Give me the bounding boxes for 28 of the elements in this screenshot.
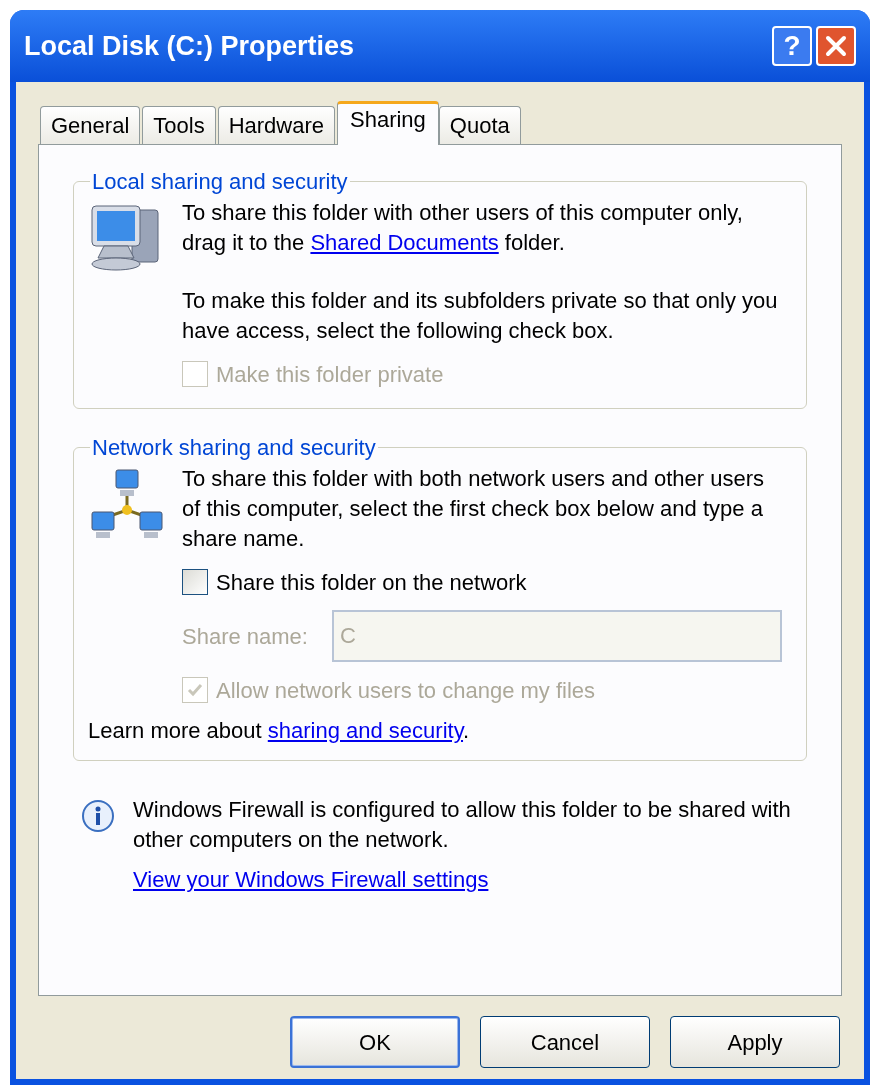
firewall-settings-link[interactable]: View your Windows Firewall settings — [133, 865, 489, 895]
dialog-button[interactable]: OK — [290, 1016, 460, 1068]
window-title: Local Disk (C:) Properties — [24, 29, 356, 63]
description-text: To share this folder with both network users and other users of this computer, select the first check box below and type a share name. — [182, 465, 766, 553]
checkbox[interactable] — [182, 569, 208, 595]
tab[interactable]: Hardware — [217, 106, 335, 144]
dialog-button[interactable]: Apply — [670, 1016, 840, 1068]
close-button[interactable] — [816, 26, 856, 66]
tab[interactable]: Quota — [438, 106, 521, 144]
checkbox-label: Allow network users to change my files — [216, 676, 596, 705]
firewall-text: Windows Firewall is configured to allow this folder to be shared with other computers on the network. — [133, 796, 792, 854]
help-text: Learn more about sharing and security. — [88, 717, 471, 745]
info-icon — [81, 799, 115, 833]
dialog-button[interactable]: Cancel — [480, 1016, 650, 1068]
checkbox-label: Share this folder on the network — [216, 568, 527, 597]
description-text: To share this folder with other users of this computer only, drag it to the Shared Documents folder. — [182, 199, 744, 257]
checkbox-label: Make this folder private — [216, 360, 444, 389]
close-icon — [824, 34, 848, 58]
help-button[interactable]: ? — [772, 26, 812, 66]
link[interactable]: sharing and security — [267, 718, 464, 743]
tab[interactable]: Tools — [142, 106, 216, 144]
link[interactable]: Shared Documents — [310, 230, 499, 255]
group-title: Network sharing and security — [91, 434, 377, 462]
description-text: To make this folder and its subfolders private so that only you have access, select the following check box. — [182, 287, 779, 345]
group-title: Local sharing and security — [91, 168, 349, 196]
tab[interactable]: Sharing — [337, 101, 439, 145]
field-label: Share name: — [182, 622, 308, 651]
tab[interactable]: General — [40, 106, 141, 144]
